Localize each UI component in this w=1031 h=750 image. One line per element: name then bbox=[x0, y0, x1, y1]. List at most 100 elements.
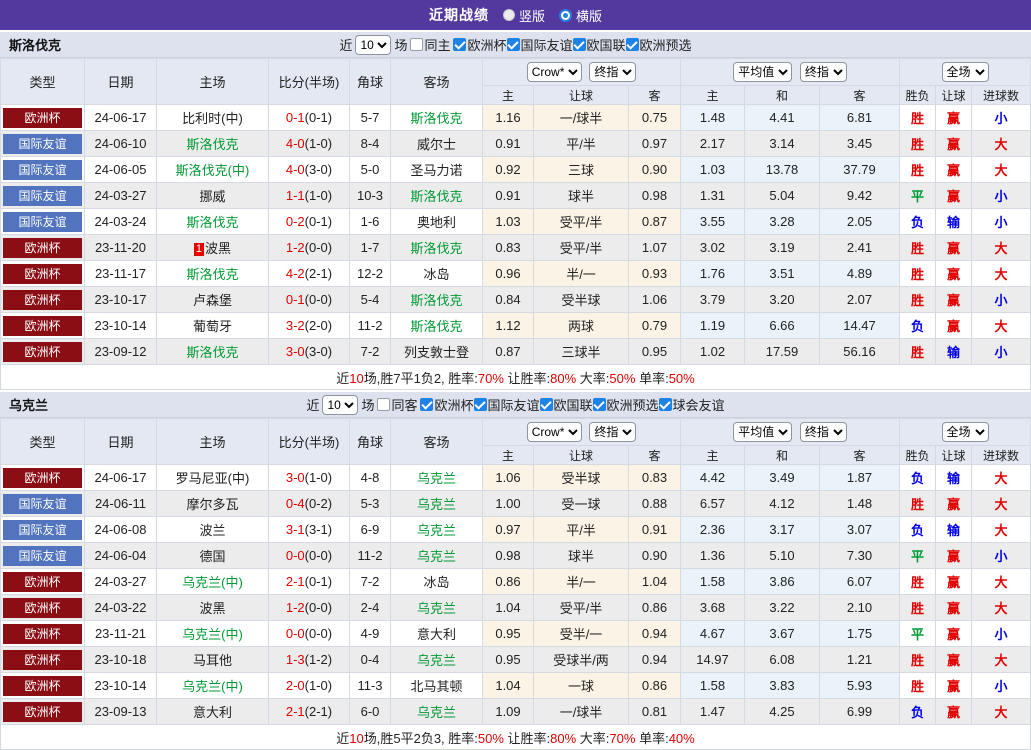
odds-source-select[interactable]: Crow* bbox=[526, 422, 582, 442]
corners: 4-8 bbox=[349, 464, 391, 491]
away-team[interactable]: 乌克兰 bbox=[390, 594, 483, 621]
odds-time-select[interactable]: 终指 bbox=[589, 422, 637, 442]
away-team[interactable]: 斯洛伐克 bbox=[390, 312, 483, 339]
competition-filter[interactable]: 国际友谊 bbox=[473, 395, 540, 414]
competition-filter[interactable]: 欧洲杯 bbox=[453, 35, 507, 54]
match-row: 国际友谊 24-06-08 波兰 3-1(3-1) 6-9 乌克兰 0.97 平/半 0.91 2… bbox=[0, 516, 1031, 543]
odds-time-select[interactable]: 终指 bbox=[589, 62, 637, 82]
home-team[interactable]: 波兰 bbox=[156, 516, 269, 543]
odds-away: 0.86 bbox=[628, 672, 681, 699]
competition-filter[interactable]: 欧洲预选 bbox=[592, 395, 659, 414]
away-team[interactable]: 乌克兰 bbox=[390, 646, 483, 673]
average-select[interactable]: 平均值 bbox=[733, 422, 793, 442]
away-team[interactable]: 意大利 bbox=[390, 620, 483, 647]
score: 4-0(3-0) bbox=[268, 156, 350, 183]
home-team[interactable]: 斯洛伐克 bbox=[156, 208, 269, 235]
competition-filter[interactable]: 欧国联 bbox=[539, 395, 593, 414]
away-team[interactable]: 奥地利 bbox=[390, 208, 483, 235]
avg-away-odds: 1.75 bbox=[818, 620, 901, 647]
competition-filter[interactable]: 欧洲预选 bbox=[625, 35, 692, 54]
home-team[interactable]: 乌克兰(中) bbox=[156, 568, 269, 595]
corners: 11-2 bbox=[349, 312, 391, 339]
home-team[interactable]: 卢森堡 bbox=[156, 286, 269, 313]
home-team[interactable]: 德国 bbox=[156, 542, 269, 569]
away-team[interactable]: 斯洛伐克 bbox=[390, 234, 483, 261]
fulltime-score: 1-2 bbox=[285, 240, 305, 255]
away-team[interactable]: 北马其顿 bbox=[390, 672, 483, 699]
home-team[interactable]: 斯洛伐克(中) bbox=[156, 156, 269, 183]
fulltime-score: 4-2 bbox=[285, 266, 305, 281]
match-row: 国际友谊 24-06-05 斯洛伐克(中) 4-0(3-0) 5-0 圣马力诺 0.92 三球… bbox=[0, 156, 1031, 183]
avg-home-odds: 4.67 bbox=[680, 620, 745, 647]
score: 3-2(2-0) bbox=[268, 312, 350, 339]
match-type-badge: 欧洲杯 bbox=[3, 341, 82, 362]
home-team[interactable]: 挪威 bbox=[156, 182, 269, 209]
away-team-name: 冰岛 bbox=[423, 575, 450, 590]
home-team[interactable]: 马耳他 bbox=[156, 646, 269, 673]
match-type: 欧洲杯 bbox=[0, 260, 85, 287]
away-team[interactable]: 乌克兰 bbox=[390, 542, 483, 569]
home-team[interactable]: 葡萄牙 bbox=[156, 312, 269, 339]
home-team[interactable]: 斯洛伐克 bbox=[156, 338, 269, 365]
layout-option-horizontal[interactable]: 横版 bbox=[559, 6, 602, 25]
result-handicap: 输 bbox=[935, 516, 973, 543]
match-row: 欧洲杯 23-10-14 乌克兰(中) 2-0(1-0) 11-3 北马其顿 1.04 一球 0… bbox=[0, 672, 1031, 699]
odds-away: 0.90 bbox=[628, 542, 681, 569]
corners: 12-2 bbox=[349, 260, 391, 287]
match-count-select[interactable]: 10 bbox=[322, 394, 359, 415]
result-handicap: 赢 bbox=[935, 568, 973, 595]
competition-filter[interactable]: 球会友谊 bbox=[658, 395, 725, 414]
match-type: 国际友谊 bbox=[0, 156, 85, 183]
home-team[interactable]: 斯洛伐克 bbox=[156, 130, 269, 157]
halftime-score: (0-1) bbox=[304, 110, 333, 125]
avg-home-odds: 1.47 bbox=[680, 698, 745, 725]
competition-filter[interactable]: 欧洲杯 bbox=[420, 395, 474, 414]
away-team[interactable]: 斯洛伐克 bbox=[390, 182, 483, 209]
average-select[interactable]: 平均值 bbox=[733, 62, 793, 82]
odds-source-select[interactable]: Crow* bbox=[526, 62, 582, 82]
away-team[interactable]: 冰岛 bbox=[390, 568, 483, 595]
average-time-select[interactable]: 终指 bbox=[799, 62, 847, 82]
home-team[interactable]: 斯洛伐克 bbox=[156, 260, 269, 287]
home-team[interactable]: 波黑 bbox=[156, 594, 269, 621]
result-handicap: 赢 bbox=[935, 130, 973, 157]
halftime-score: (0-0) bbox=[304, 292, 333, 307]
competition-filter[interactable]: 国际友谊 bbox=[506, 35, 573, 54]
away-team[interactable]: 乌克兰 bbox=[390, 698, 483, 725]
odds-line: 一球 bbox=[533, 672, 629, 699]
match-date: 24-03-24 bbox=[84, 208, 157, 235]
average-time-select[interactable]: 终指 bbox=[799, 422, 847, 442]
away-team[interactable]: 威尔士 bbox=[390, 130, 483, 157]
layout-option-vertical[interactable]: 竖版 bbox=[502, 6, 545, 25]
odds-line: 平/半 bbox=[533, 130, 629, 157]
home-team[interactable]: 罗马尼亚(中) bbox=[156, 464, 269, 491]
away-team[interactable]: 乌克兰 bbox=[390, 464, 483, 491]
away-team[interactable]: 圣马力诺 bbox=[390, 156, 483, 183]
away-team[interactable]: 乌克兰 bbox=[390, 490, 483, 517]
home-team-name: 斯洛伐克 bbox=[186, 137, 239, 152]
avg-home-odds: 1.19 bbox=[680, 312, 745, 339]
home-team[interactable]: 比利时(中) bbox=[156, 104, 269, 131]
away-team[interactable]: 乌克兰 bbox=[390, 516, 483, 543]
home-team[interactable]: 1 波黑 bbox=[156, 234, 269, 261]
fulltime-score: 2-1 bbox=[285, 704, 305, 719]
away-team[interactable]: 斯洛伐克 bbox=[390, 104, 483, 131]
odds-away: 0.91 bbox=[628, 516, 681, 543]
scope-select[interactable]: 全场 bbox=[941, 422, 989, 442]
away-team[interactable]: 冰岛 bbox=[390, 260, 483, 287]
home-team[interactable]: 意大利 bbox=[156, 698, 269, 725]
competition-filter[interactable]: 欧国联 bbox=[572, 35, 626, 54]
away-team[interactable]: 列支敦士登 bbox=[390, 338, 483, 365]
result-handicap: 赢 bbox=[935, 260, 973, 287]
home-team[interactable]: 乌克兰(中) bbox=[156, 672, 269, 699]
page-title: 近期战绩 bbox=[428, 7, 489, 23]
scope-select[interactable]: 全场 bbox=[941, 62, 989, 82]
away-team[interactable]: 斯洛伐克 bbox=[390, 286, 483, 313]
home-team[interactable]: 摩尔多瓦 bbox=[156, 490, 269, 517]
home-team-name: 斯洛伐克 bbox=[186, 215, 239, 230]
same-venue-filter[interactable]: 同主 bbox=[410, 35, 450, 54]
same-venue-filter[interactable]: 同客 bbox=[377, 395, 417, 414]
home-team[interactable]: 乌克兰(中) bbox=[156, 620, 269, 647]
match-count-select[interactable]: 10 bbox=[355, 34, 392, 55]
avg-draw-odds: 6.66 bbox=[744, 312, 820, 339]
